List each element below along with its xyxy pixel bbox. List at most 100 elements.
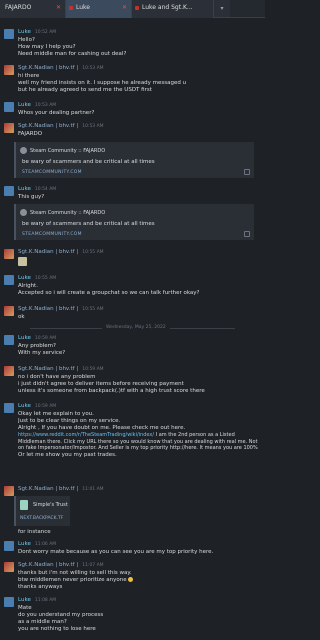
tab-bar: FAJARDO ✕ Luke ✕ Luke and Sgt.K... ▾ — [0, 0, 265, 18]
author-name[interactable]: Sgt.K.Nadian | bhv.tf | — [18, 249, 78, 255]
message-text: FAJARDO — [18, 131, 43, 137]
reddit-link[interactable]: https://www.reddit.com/r/TheSteamTrading… — [18, 432, 154, 438]
link-embed[interactable]: Simple's Trust NEXT.BACKPACK.TF — [14, 496, 70, 526]
message-group: Sgt.K.Nadian | bhv.tf | 10:53 AM FAJARDO — [4, 123, 261, 139]
message-text: as a middle man? — [18, 619, 67, 625]
chevron-down-icon[interactable]: ▾ — [214, 0, 230, 17]
message-header: Sgt.K.Nadian | bhv.tf | 10:53 AM — [18, 65, 104, 71]
avatar — [4, 597, 14, 607]
date-label: Wednesday, May 25, 2022 — [102, 325, 170, 330]
avatar — [4, 541, 14, 551]
message-group: Luke 10:54 AM This guy? — [4, 186, 261, 202]
author-name[interactable]: Sgt.K.Nadian | bhv.tf | — [18, 366, 78, 372]
link-embed[interactable]: Steam Community :: FAJARDO be wary of sc… — [14, 204, 254, 240]
message-text: but he already agreed to send me the USD… — [18, 87, 152, 93]
message-group: Luke 11:06 AM Dont worry mate because as … — [4, 541, 261, 557]
external-link-icon[interactable] — [244, 231, 250, 237]
timestamp: 11:07 AM — [82, 563, 104, 568]
author-name[interactable]: Sgt.K.Nadian | bhv.tf | — [18, 486, 78, 492]
link-embed[interactable]: Steam Community :: FAJARDO be wary of sc… — [14, 142, 254, 178]
unread-icon — [135, 6, 139, 10]
message-header: Luke 10:54 AM — [18, 186, 56, 192]
message-header: Luke 11:08 AM — [18, 597, 56, 603]
avatar — [4, 335, 14, 345]
message-text: hi there — [18, 73, 40, 79]
message-text: thanks anyways — [18, 584, 63, 590]
author-name[interactable]: Luke — [18, 335, 31, 341]
tab-label: Luke and Sgt.K... — [142, 4, 193, 11]
author-name[interactable]: Sgt.K.Nadian | bhv.tf | — [18, 306, 78, 312]
embed-description: be wary of scammers and be critical at a… — [22, 221, 155, 227]
timestamp: 11:01 AM — [82, 487, 104, 492]
tab-label: Luke — [76, 4, 90, 11]
message-text: Any problem? — [18, 343, 56, 349]
timestamp: 10:54 AM — [34, 187, 57, 192]
author-name[interactable]: Luke — [18, 186, 31, 192]
message-group: Sgt.K.Nadian | bhv.tf | 10:55 AM ok — [4, 306, 261, 322]
message-header: Sgt.K.Nadian | bhv.tf | 10:55 AM — [18, 249, 104, 255]
message-header: Sgt.K.Nadian | bhv.tf | 11:07 AM — [18, 562, 104, 568]
author-name[interactable]: Luke — [18, 541, 31, 547]
tab-group[interactable]: Luke and Sgt.K... — [132, 0, 214, 18]
embed-site[interactable]: STEAMCOMMUNITY.COM — [22, 232, 82, 237]
message-header: Luke 10:59 AM — [18, 335, 56, 341]
message-header: Luke 11:06 AM — [18, 541, 56, 547]
message-group: Sgt.K.Nadian | bhv.tf | 11:07 AM thanks b… — [4, 562, 261, 592]
trust-badge-icon — [20, 500, 28, 510]
timestamp: 10:59 AM — [34, 336, 57, 341]
timestamp: 10:55 AM — [34, 276, 57, 281]
message-text: Hello? — [18, 37, 35, 43]
timestamp: 10:59 AM — [34, 404, 57, 409]
avatar — [4, 65, 14, 75]
message-text: Accepted so i will create a groupchat so… — [18, 290, 200, 296]
timestamp: 10:55 AM — [82, 250, 104, 255]
timestamp: 10:53 AM — [82, 124, 104, 129]
chat-log: Luke 10:52 AM Hello? How may I help you? … — [0, 19, 265, 640]
avatar — [4, 29, 14, 39]
message-group: Luke 10:52 AM Hello? How may I help you? … — [4, 29, 261, 59]
avatar — [4, 366, 14, 376]
avatar — [4, 186, 14, 196]
close-icon[interactable]: ✕ — [122, 4, 127, 11]
avatar — [4, 562, 14, 572]
timestamp: 10:53 AM — [34, 103, 57, 108]
message-text: How may I help you? — [18, 44, 76, 50]
author-name[interactable]: Luke — [18, 102, 31, 108]
avatar — [4, 102, 14, 112]
author-name[interactable]: Luke — [18, 597, 31, 603]
timestamp: 10:59 AM — [82, 367, 104, 372]
message-header: Sgt.K.Nadian | bhv.tf | 10:53 AM — [18, 123, 104, 129]
message-text: well my friend insists on it. I suppose … — [18, 80, 187, 86]
avatar — [4, 403, 14, 413]
message-text: ok — [18, 314, 25, 320]
tab-fajardo[interactable]: FAJARDO ✕ — [0, 0, 66, 18]
embed-description: be wary of scammers and be critical at a… — [22, 159, 155, 165]
author-name[interactable]: Sgt.K.Nadian | bhv.tf | — [18, 123, 78, 129]
unread-icon — [69, 6, 73, 10]
avatar — [4, 123, 14, 133]
external-link-icon[interactable] — [244, 169, 250, 175]
embed-site[interactable]: NEXT.BACKPACK.TF — [20, 516, 63, 521]
embed-title: Simple's Trust — [33, 502, 68, 508]
message-group: Luke 10:59 AM Okay let me explain to you.… — [4, 403, 261, 481]
message-text: Or let me show you my past trades. — [18, 451, 117, 458]
author-name[interactable]: Sgt.K.Nadian | bhv.tf | — [18, 562, 78, 568]
tab-luke[interactable]: Luke ✕ — [66, 0, 132, 18]
author-name[interactable]: Sgt.K.Nadian | bhv.tf | — [18, 65, 78, 71]
message-header: Luke 10:53 AM — [18, 102, 56, 108]
sticker-image — [18, 257, 27, 266]
avatar — [4, 486, 14, 496]
message-text: you are nothing to lose here — [18, 626, 96, 632]
embed-site[interactable]: STEAMCOMMUNITY.COM — [22, 170, 82, 175]
author-name[interactable]: Luke — [18, 29, 31, 35]
message-header: Luke 10:55 AM — [18, 275, 56, 281]
author-name[interactable]: Luke — [18, 403, 31, 409]
author-name[interactable]: Luke — [18, 275, 31, 281]
timestamp: 11:06 AM — [34, 542, 57, 547]
message-group: Luke 10:53 AM Whos your dealing partner? — [4, 102, 261, 118]
date-divider: Wednesday, May 25, 2022 — [30, 325, 235, 331]
timestamp: 11:08 AM — [34, 598, 57, 603]
avatar — [4, 275, 14, 285]
avatar — [4, 306, 14, 316]
close-icon[interactable]: ✕ — [56, 4, 61, 11]
